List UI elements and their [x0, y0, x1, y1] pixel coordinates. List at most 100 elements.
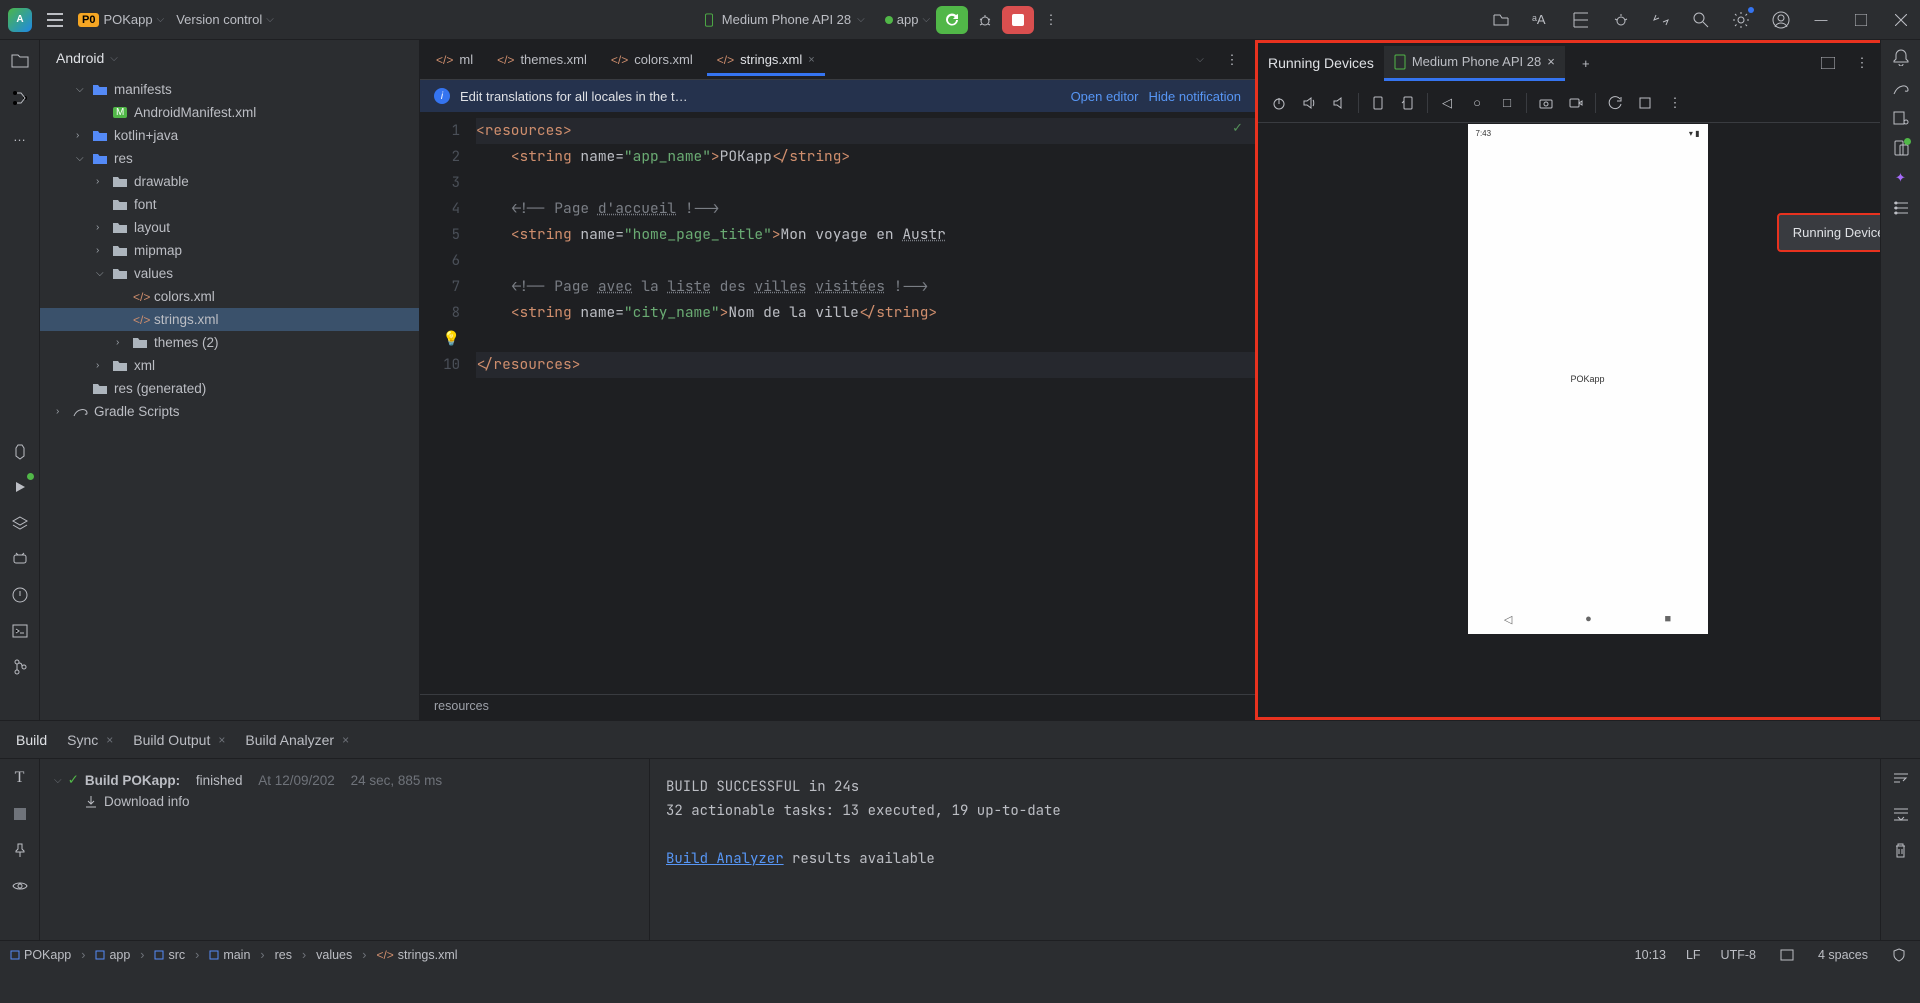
hide-notification-link[interactable]: Hide notification [1149, 89, 1242, 104]
close-tab-icon[interactable]: × [1547, 54, 1555, 69]
device-more-icon[interactable]: ⋮ [1664, 92, 1686, 114]
gradle-sync-icon[interactable] [1892, 80, 1910, 96]
ai-assistant-icon[interactable]: ✦ [1895, 170, 1906, 186]
breadcrumb-item[interactable]: POKapp [10, 948, 71, 962]
terminal-icon[interactable] [9, 620, 31, 642]
text-mode-icon[interactable]: T [9, 767, 31, 789]
tree-item[interactable]: MAndroidManifest.xml [40, 101, 419, 124]
device-tab[interactable]: Medium Phone API 28 × [1384, 46, 1565, 81]
structure-tool-icon[interactable] [8, 86, 32, 110]
pin-icon[interactable] [9, 839, 31, 861]
resource-manager-icon[interactable] [1490, 9, 1512, 31]
maximize-icon[interactable] [1850, 9, 1872, 31]
tree-item[interactable]: ›themes (2) [40, 331, 419, 354]
problems-icon[interactable] [9, 584, 31, 606]
account-icon[interactable] [1770, 9, 1792, 31]
tree-item[interactable]: </>colors.xml [40, 285, 419, 308]
editor-tab[interactable]: </>themes.xml [487, 44, 597, 75]
tree-item[interactable]: ›kotlin+java [40, 124, 419, 147]
home-icon[interactable]: ○ [1466, 92, 1488, 114]
build-tab[interactable]: Build [16, 732, 47, 748]
notifications-icon[interactable] [1893, 48, 1909, 66]
download-info-row[interactable]: Download info [54, 791, 635, 812]
run-tool-icon[interactable] [9, 476, 31, 498]
run-button[interactable] [936, 6, 968, 34]
power-icon[interactable] [1268, 92, 1290, 114]
build-analyzer-link[interactable]: Build Analyzer [666, 850, 784, 868]
sync-tab[interactable]: Sync× [67, 732, 113, 748]
project-selector[interactable]: P0 POKapp ⌵ [78, 12, 164, 27]
tree-item[interactable]: ›layout [40, 216, 419, 239]
build-variants-icon[interactable] [9, 512, 31, 534]
build-output-tab[interactable]: Build Output× [133, 732, 225, 748]
editor-tab[interactable]: </>ml [426, 44, 483, 75]
device-selector[interactable]: Medium Phone API 28 ⌵ [702, 12, 865, 27]
overview-icon[interactable]: □ [1496, 92, 1518, 114]
tabs-dropdown-icon[interactable]: ⌵ [1189, 49, 1211, 71]
reload-icon[interactable] [1604, 92, 1626, 114]
screenshot-icon[interactable] [1535, 92, 1557, 114]
settings-icon[interactable] [1730, 9, 1752, 31]
tree-item[interactable]: ⌵manifests [40, 78, 419, 101]
build-analyzer-tab[interactable]: Build Analyzer× [245, 732, 349, 748]
breadcrumb-item[interactable]: res [275, 948, 292, 962]
scroll-end-icon[interactable] [1890, 803, 1912, 825]
indent[interactable]: 4 spaces [1818, 948, 1868, 962]
more-tools-icon[interactable]: … [8, 124, 32, 148]
search-icon[interactable] [1690, 9, 1712, 31]
minimize-icon[interactable]: — [1810, 9, 1832, 31]
breadcrumb-item[interactable]: values [316, 948, 352, 962]
soft-wrap-icon[interactable] [1890, 767, 1912, 789]
vcs-tool-icon[interactable] [9, 656, 31, 678]
bookmarks-icon[interactable] [9, 440, 31, 462]
tree-item[interactable]: font [40, 193, 419, 216]
running-devices-tool-icon[interactable] [1893, 140, 1909, 156]
encoding[interactable]: UTF-8 [1721, 948, 1756, 962]
tree-item[interactable]: ›xml [40, 354, 419, 377]
emulator-screen[interactable]: 7:43▾ ▮ POKapp ◁●■ [1468, 124, 1708, 634]
add-device-icon[interactable]: + [1575, 52, 1597, 74]
build-result-row[interactable]: ⌵ ✓ Build POKapp: finished At 12/09/202 … [54, 769, 635, 791]
tabs-more-icon[interactable]: ⋮ [1221, 49, 1243, 71]
close-icon[interactable]: × [218, 733, 225, 747]
breadcrumb-item[interactable]: </> strings.xml [376, 948, 457, 962]
cursor-position[interactable]: 10:13 [1635, 948, 1666, 962]
shield-icon[interactable] [1888, 944, 1910, 966]
close-icon[interactable]: × [342, 733, 349, 747]
tree-item[interactable]: ⌵values [40, 262, 419, 285]
tree-item[interactable]: ›drawable [40, 170, 419, 193]
stop-build-icon[interactable] [9, 803, 31, 825]
breadcrumb-item[interactable]: main [209, 948, 250, 962]
tree-item[interactable]: ›Gradle Scripts [40, 400, 419, 423]
clear-icon[interactable] [1890, 839, 1912, 861]
debug-button[interactable] [974, 9, 996, 31]
tree-item[interactable]: </>strings.xml [40, 308, 419, 331]
readonly-icon[interactable] [1776, 944, 1798, 966]
rotate-right-icon[interactable] [1397, 92, 1419, 114]
window-mode-icon[interactable] [1817, 52, 1839, 74]
main-menu-icon[interactable] [44, 9, 66, 31]
tree-item[interactable]: res (generated) [40, 377, 419, 400]
line-sep[interactable]: LF [1686, 948, 1701, 962]
sync-icon[interactable] [1650, 9, 1672, 31]
vcs-selector[interactable]: Version control ⌵ [176, 12, 274, 27]
stop-button[interactable] [1002, 6, 1034, 34]
volume-up-icon[interactable] [1298, 92, 1320, 114]
layout-inspector-icon[interactable] [1893, 200, 1909, 216]
code-sample-icon[interactable]: ᵃA [1530, 9, 1552, 31]
open-editor-link[interactable]: Open editor [1071, 89, 1139, 104]
editor-tab[interactable]: </>strings.xml× [707, 44, 825, 75]
breadcrumb-item[interactable]: src [154, 948, 185, 962]
code-editor[interactable]: 12345678💡10 <resources> <string name="ap… [420, 112, 1255, 694]
layout-validation-icon[interactable] [1570, 9, 1592, 31]
more-actions-button[interactable]: ⋮ [1040, 9, 1062, 31]
device-manager-icon[interactable] [1892, 110, 1910, 126]
record-icon[interactable] [1565, 92, 1587, 114]
tree-item[interactable]: ⌵res [40, 147, 419, 170]
project-panel-header[interactable]: Android ⌵ [40, 40, 419, 76]
project-tool-icon[interactable] [8, 48, 32, 72]
rotate-left-icon[interactable] [1367, 92, 1389, 114]
editor-tab[interactable]: </>colors.xml [601, 44, 703, 75]
eye-icon[interactable] [9, 875, 31, 897]
debug-tool-icon[interactable] [1610, 9, 1632, 31]
